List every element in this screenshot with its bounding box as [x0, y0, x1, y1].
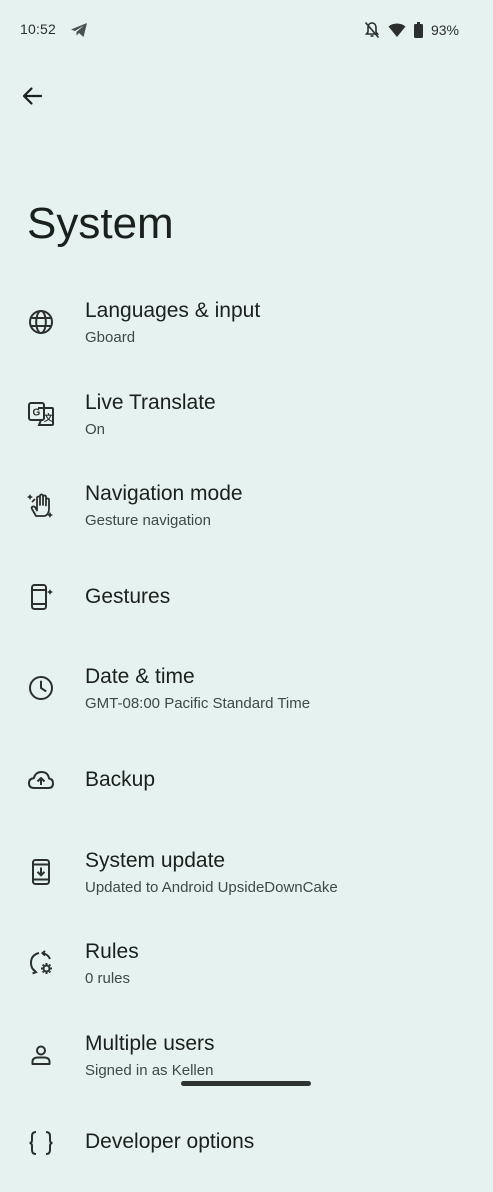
setting-title: Developer options — [85, 1130, 255, 1154]
setting-multiple-users[interactable]: Multiple users Signed in as Kellen — [0, 1009, 493, 1101]
setting-subtitle: 0 rules — [85, 970, 131, 988]
arrow-back-icon — [21, 86, 43, 106]
gesture-hand-icon — [27, 491, 55, 519]
battery-icon — [413, 22, 423, 38]
setting-title: Gestures — [85, 584, 171, 608]
phone-gesture-icon — [27, 583, 55, 611]
status-icons: 93% — [364, 19, 459, 41]
svg-text:G: G — [33, 407, 41, 418]
page-title: System — [27, 199, 174, 248]
person-icon — [27, 1041, 55, 1069]
telegram-icon — [70, 22, 88, 38]
setting-subtitle: Signed in as Kellen — [85, 1061, 214, 1079]
wifi-icon — [388, 22, 406, 38]
setting-title: Languages & input — [85, 299, 261, 322]
setting-subtitle: Gboard — [85, 329, 136, 346]
setting-title: Live Translate — [85, 390, 216, 414]
setting-title: Multiple users — [85, 1031, 215, 1055]
setting-subtitle: Updated to Android UpsideDownCake — [85, 878, 338, 896]
setting-date-time[interactable]: Date & time GMT-08:00 Pacific Standard T… — [0, 642, 493, 734]
settings-list: Languages & input Gboard G 文 Live Transl… — [0, 276, 493, 1192]
setting-title: Date & time — [85, 665, 195, 689]
status-bar: 10:52 93% — [0, 0, 493, 60]
setting-subtitle: GMT-08:00 Pacific Standard Time — [85, 695, 311, 713]
setting-backup[interactable]: Backup — [0, 734, 493, 826]
system-update-icon — [27, 858, 55, 886]
setting-title: Rules — [85, 940, 139, 964]
svg-text:文: 文 — [43, 412, 54, 423]
rules-icon — [27, 949, 55, 977]
status-time: 10:52 — [20, 21, 57, 37]
setting-title: Backup — [85, 767, 156, 791]
setting-languages-input[interactable]: Languages & input Gboard — [0, 276, 493, 368]
notifications-off-icon — [364, 21, 380, 39]
setting-title: System update — [85, 848, 226, 872]
back-button[interactable] — [14, 78, 50, 114]
setting-system-update[interactable]: System update Updated to Android UpsideD… — [0, 826, 493, 918]
globe-icon — [27, 308, 55, 336]
gesture-navigation-handle[interactable] — [181, 1081, 311, 1086]
battery-percentage: 93% — [430, 22, 459, 38]
setting-rules[interactable]: Rules 0 rules — [0, 917, 493, 1009]
setting-subtitle: On — [85, 420, 106, 438]
clock-icon — [27, 674, 55, 702]
setting-subtitle: Gesture navigation — [85, 512, 211, 530]
setting-gestures[interactable]: Gestures — [0, 551, 493, 643]
setting-title: Navigation mode — [85, 482, 243, 506]
code-braces-icon — [27, 1129, 55, 1157]
setting-live-translate[interactable]: G 文 Live Translate On — [0, 368, 493, 460]
cloud-upload-icon — [27, 766, 55, 794]
setting-developer-options[interactable]: Developer options — [0, 1100, 493, 1192]
setting-navigation-mode[interactable]: Navigation mode Gesture navigation — [0, 459, 493, 551]
translate-icon: G 文 — [27, 400, 55, 428]
